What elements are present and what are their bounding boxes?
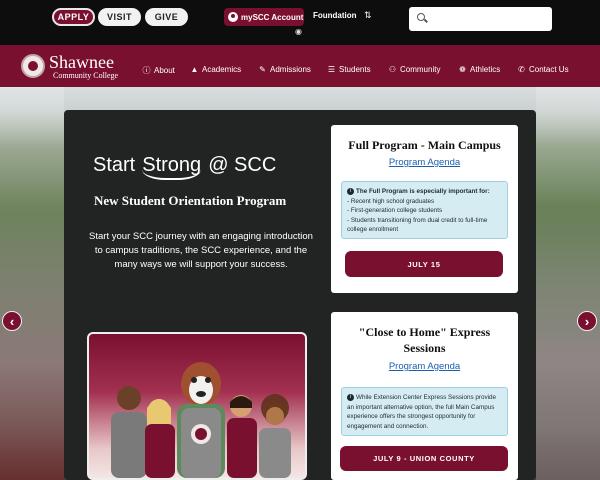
brand-subtitle: Community College [53,71,119,80]
info-callout: i The Full Program is especially importan… [341,181,508,239]
main-navigation: Shawnee Community College ⓘ About ▲ Acad… [0,45,600,87]
college-seal-logo[interactable] [21,54,45,78]
info-icon: i [347,393,354,401]
info-callout: i While Extension Center Express Sessions… [341,387,508,436]
paw-icon: ❁ [459,65,466,74]
nav-item-contact-us[interactable]: ✆ Contact Us [517,65,569,74]
graduation-cap-icon: ▲ [190,65,199,74]
headline-at-scc: @ SCC [208,154,277,176]
myscc-account-button[interactable]: mySCC Account [224,8,304,26]
mascot-illustration-svg [111,362,291,478]
hero-intro-text: Start your SCC journey with an engaging … [89,231,313,270]
search-icon [417,13,425,21]
utility-bar: APPLY VISIT GIVE mySCC Account Foundatio… [0,0,600,45]
july-15-button[interactable]: JULY 15 [345,251,503,277]
info-heading-text: The Full Program is especially important… [356,188,490,195]
nav-label: Academics [202,65,242,74]
nav-item-athletics[interactable]: ❁ Athletics [458,65,500,74]
express-sessions-card: "Close to Home" Express Sessions Program… [331,312,518,480]
users-icon: ⚇ [388,65,397,74]
hero-subheading: New Student Orientation Program [94,193,287,208]
hero-headline: Start Strong @ SCC [93,154,276,180]
info-line: - Recent high school graduates [347,197,435,205]
podcast-icon[interactable]: ◉ [295,27,302,36]
headline-start: Start [93,154,136,176]
brand-name[interactable]: Shawnee [49,53,114,71]
apply-button[interactable]: APPLY [52,8,95,26]
menu-icon: ☰ [327,65,336,74]
info-icon: i [347,187,354,195]
mascot-students-illustration [87,332,307,480]
myscc-label: mySCC Account [241,12,304,22]
nav-label: Admissions [270,65,311,74]
chevron-right-icon: › [584,313,590,329]
july-9-union-county-button[interactable]: JULY 9 - UNION COUNTY [340,446,508,471]
phone-icon: ✆ [518,65,525,74]
info-heading: i The Full Program is especially importan… [347,187,502,197]
info-line: - First-generation college students [347,207,443,214]
headline-strong: Strong [142,154,202,180]
card-title: "Close to Home" Express Sessions [358,325,491,355]
nav-item-students[interactable]: ☰ Students [327,65,371,74]
foundation-link[interactable]: Foundation [313,11,357,20]
card-title: Full Program - Main Campus [348,138,501,152]
info-icon: ⓘ [142,66,151,75]
nav-label: Athletics [470,65,501,74]
visit-button[interactable]: VISIT [98,8,141,26]
give-button[interactable]: GIVE [145,8,188,26]
nav-label: Students [339,65,371,74]
user-icon [228,12,238,22]
program-agenda-link[interactable]: Program Agenda [331,157,518,168]
carousel-prev-button[interactable]: ‹ [2,311,22,331]
nav-label: About [154,66,175,75]
pencil-icon: ✎ [259,65,266,74]
sort-icon[interactable]: ⇅ [364,10,372,21]
full-program-card: Full Program - Main Campus Program Agend… [331,125,518,293]
background-overlay-left [0,87,64,480]
nav-item-admissions[interactable]: ✎ Admissions [258,65,311,74]
nav-label: Contact Us [529,65,569,74]
nav-label: Community [400,65,441,74]
search-input[interactable] [409,7,552,31]
carousel-next-button[interactable]: › [577,311,597,331]
chevron-left-icon: ‹ [9,313,15,329]
nav-item-about[interactable]: ⓘ About [142,65,175,76]
nav-item-academics[interactable]: ▲ Academics [190,65,242,74]
info-line: - Students transitioning from dual credi… [347,216,488,234]
program-agenda-link[interactable]: Program Agenda [331,361,518,372]
background-overlay-right [536,87,600,480]
nav-item-community[interactable]: ⚇ Community [388,65,441,74]
info-text: While Extension Center Express Sessions … [347,394,496,430]
